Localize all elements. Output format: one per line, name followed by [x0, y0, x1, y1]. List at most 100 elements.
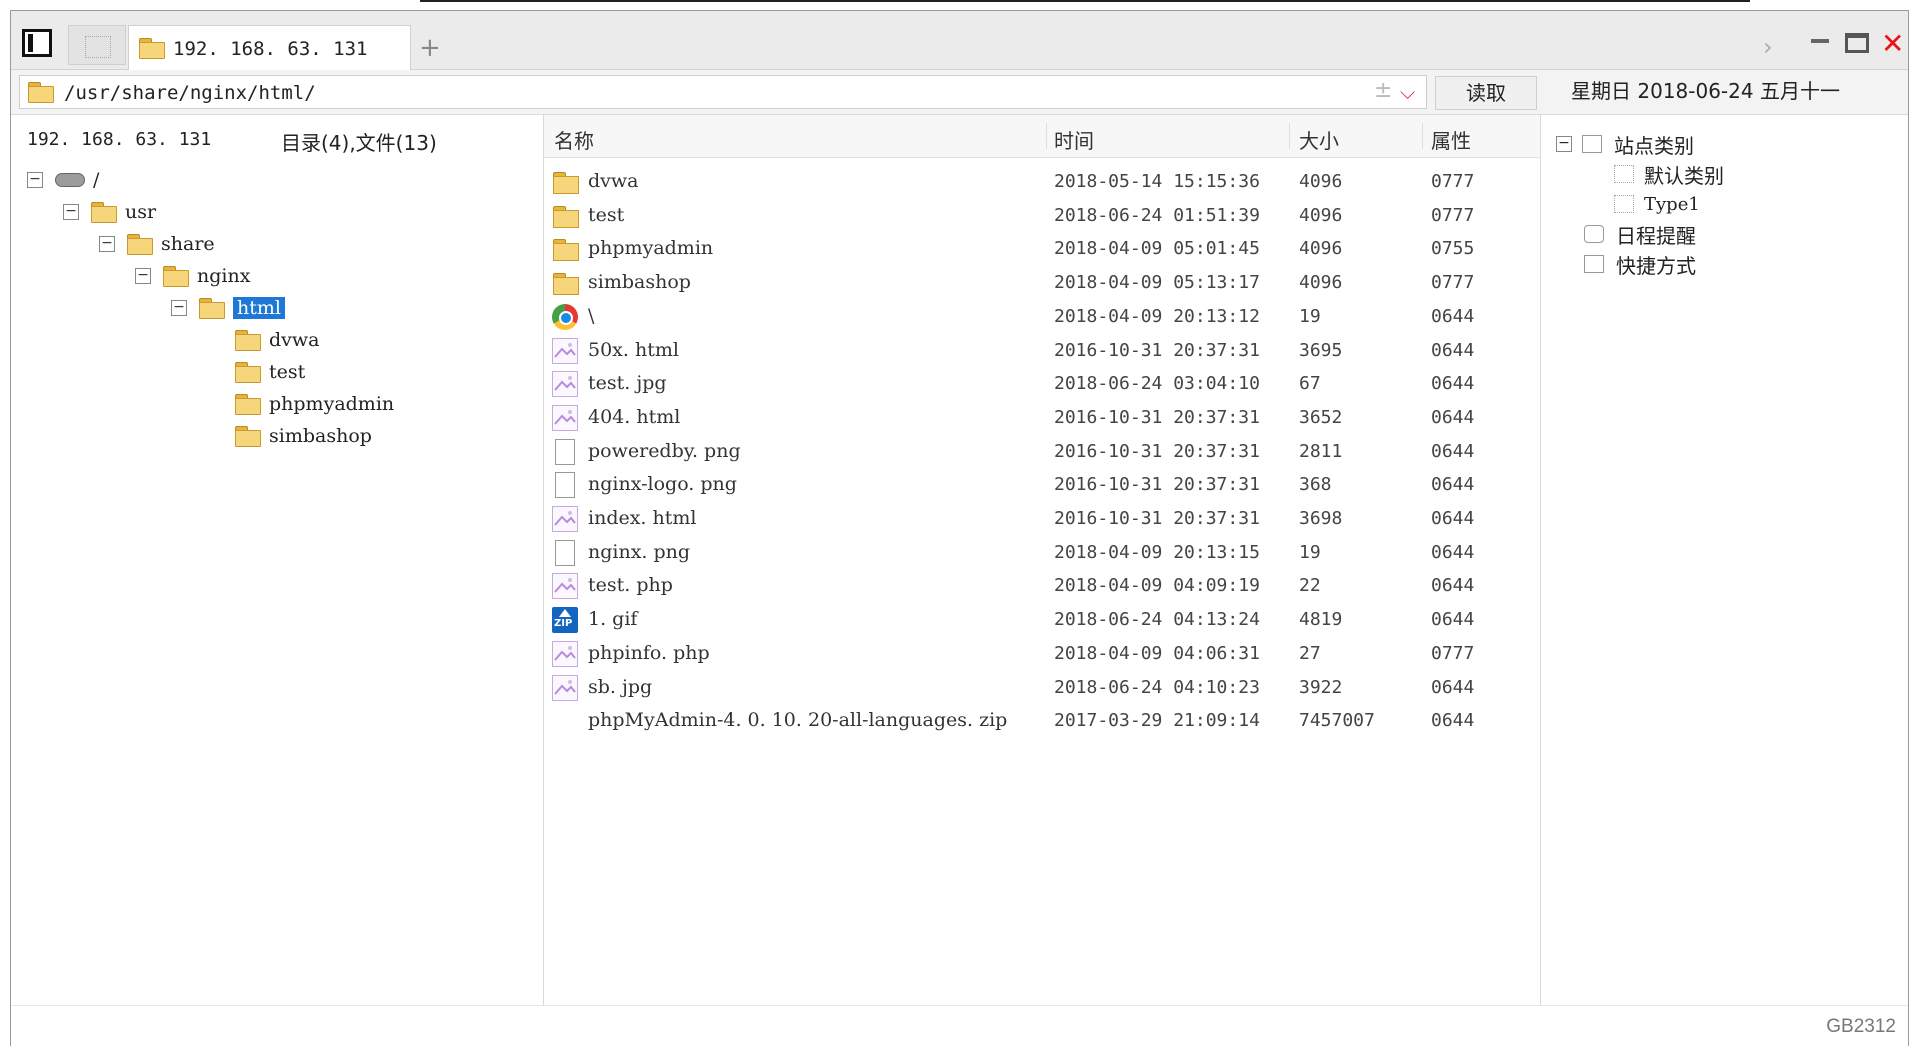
table-row[interactable]: test. php 2018-04-09 04:09:19 22 0644 — [544, 569, 1540, 603]
collapse-icon[interactable]: − — [1556, 136, 1572, 152]
encoding-indicator[interactable]: GB2312 — [1826, 1016, 1896, 1038]
table-row[interactable]: 50x. html 2016-10-31 20:37:31 3695 0644 — [544, 334, 1540, 368]
column-name[interactable]: 名称 — [554, 125, 594, 154]
collapse-icon[interactable]: − — [27, 172, 43, 188]
chevron-down-icon[interactable]: ⌵ — [1400, 80, 1415, 104]
document-icon — [555, 439, 575, 465]
tree-node-phpmyadmin[interactable]: phpmyadmin — [235, 391, 394, 417]
tree-node-label: nginx — [197, 265, 251, 287]
tree-node-share[interactable]: − share — [99, 231, 215, 257]
tree-node-label: test — [269, 361, 306, 383]
minimize-icon[interactable] — [1811, 39, 1829, 43]
table-row[interactable]: index. html 2016-10-31 20:37:31 3698 0644 — [544, 502, 1540, 536]
tree-node-html[interactable]: − html — [171, 295, 285, 321]
tree-node-label: / — [93, 169, 100, 191]
file-time: 2018-06-24 04:10:23 — [1054, 677, 1260, 698]
column-size[interactable]: 大小 — [1299, 125, 1339, 154]
site-category-default[interactable]: 默认类别 — [1614, 161, 1724, 188]
file-list-header: 名称 时间 大小 属性 — [544, 115, 1540, 158]
drive-icon — [55, 173, 85, 187]
table-row[interactable]: nginx-logo. png 2016-10-31 20:37:31 368 064… — [544, 468, 1540, 502]
sidebar-toggle-icon[interactable] — [22, 29, 52, 57]
folder-icon — [552, 169, 579, 195]
file-name: index. html — [588, 507, 697, 529]
collapse-icon[interactable]: − — [135, 268, 151, 284]
image-icon — [552, 405, 578, 431]
add-bookmark-icon[interactable]: ± — [1374, 78, 1392, 103]
file-size: 368 — [1299, 474, 1332, 495]
file-time: 2018-04-09 04:06:31 — [1054, 643, 1260, 664]
maximize-icon[interactable] — [1845, 33, 1869, 53]
tree-node-root[interactable]: − / — [27, 167, 99, 193]
file-time: 2018-06-24 03:04:10 — [1054, 373, 1260, 394]
table-row[interactable]: poweredby. png 2016-10-31 20:37:31 2811 064… — [544, 435, 1540, 469]
schedule-reminder[interactable]: 日程提醒 — [1584, 221, 1696, 248]
site-category-label: 站点类别 — [1614, 133, 1694, 158]
file-size: 3698 — [1299, 508, 1343, 529]
close-icon[interactable]: ✕ — [1881, 27, 1904, 60]
top-edge-line — [420, 0, 1750, 2]
file-name: test. php — [588, 574, 673, 596]
file-size: 2811 — [1299, 441, 1343, 462]
tree-node-nginx[interactable]: − nginx — [135, 263, 250, 289]
tree-node-usr[interactable]: − usr — [63, 199, 156, 225]
tree-node-simbashop[interactable]: simbashop — [235, 423, 372, 449]
file-time: 2017-03-29 21:09:14 — [1054, 710, 1260, 731]
file-attr: 0644 — [1431, 306, 1475, 327]
shortcuts[interactable]: 快捷方式 — [1584, 251, 1696, 278]
category-icon — [1582, 135, 1602, 153]
column-time[interactable]: 时间 — [1054, 125, 1094, 154]
column-divider[interactable] — [1046, 123, 1047, 149]
path-input[interactable]: /usr/share/nginx/html/ ± ⌵ — [19, 75, 1427, 109]
table-row[interactable]: phpmyadmin 2018-04-09 05:01:45 4096 0755 — [544, 232, 1540, 266]
table-row[interactable]: 404. html 2016-10-31 20:37:31 3652 0644 — [544, 401, 1540, 435]
blank-file-icon — [552, 708, 578, 734]
category-icon — [1614, 165, 1634, 183]
site-category-type1[interactable]: Type1 — [1614, 191, 1700, 217]
site-category-root[interactable]: − 站点类别 — [1556, 131, 1694, 158]
chevron-right-icon[interactable]: › — [1763, 33, 1773, 61]
file-time: 2018-06-24 01:51:39 — [1054, 205, 1260, 226]
table-row[interactable]: simbashop 2018-04-09 05:13:17 4096 0777 — [544, 266, 1540, 300]
image-icon — [552, 338, 578, 364]
table-row[interactable]: ZIP 1. gif 2018-06-24 04:13:24 4819 0644 — [544, 603, 1540, 637]
folder-icon — [235, 362, 261, 383]
collapse-icon[interactable]: − — [63, 204, 79, 220]
file-attr: 0644 — [1431, 710, 1475, 731]
date-display: 星期日 2018-06-24 五月十一 — [1571, 79, 1840, 103]
file-name: nginx. png — [588, 541, 691, 563]
file-attr: 0755 — [1431, 238, 1475, 259]
shortcuts-label: 快捷方式 — [1616, 253, 1696, 278]
column-divider[interactable] — [1289, 123, 1290, 149]
table-row[interactable]: phpMyAdmin-4. 0. 10. 20-all-languages. z… — [544, 704, 1540, 738]
file-name: 1. gif — [588, 608, 638, 630]
table-row[interactable]: \ 2018-04-09 20:13:12 19 0644 — [544, 300, 1540, 334]
collapse-icon[interactable]: − — [171, 300, 187, 316]
tree-node-test[interactable]: test — [235, 359, 305, 385]
column-attr[interactable]: 属性 — [1431, 125, 1471, 154]
file-manager-window: 192. 168. 63. 131 + › ✕ /usr/share/nginx… — [10, 10, 1909, 1046]
tab-placeholder[interactable] — [68, 25, 126, 65]
column-divider[interactable] — [1422, 123, 1423, 149]
file-attr: 0777 — [1431, 272, 1475, 293]
file-time: 2018-05-14 15:15:36 — [1054, 171, 1260, 192]
file-size: 4096 — [1299, 272, 1343, 293]
shortcut-icon — [1584, 255, 1604, 273]
tree-node-dvwa[interactable]: dvwa — [235, 327, 320, 353]
table-row[interactable]: sb. jpg 2018-06-24 04:10:23 3922 0644 — [544, 671, 1540, 705]
table-row[interactable]: test. jpg 2018-06-24 03:04:10 67 0644 — [544, 367, 1540, 401]
file-time: 2018-04-09 05:01:45 — [1054, 238, 1260, 259]
read-button[interactable]: 读取 — [1435, 76, 1537, 110]
table-row[interactable]: test 2018-06-24 01:51:39 4096 0777 — [544, 199, 1540, 233]
file-time: 2016-10-31 20:37:31 — [1054, 407, 1260, 428]
add-tab-icon[interactable]: + — [419, 35, 441, 61]
tab-host[interactable]: 192. 168. 63. 131 — [128, 25, 411, 70]
file-attr: 0644 — [1431, 373, 1475, 394]
table-row[interactable]: dvwa 2018-05-14 15:15:36 4096 0777 — [544, 165, 1540, 199]
tree-node-label-selected: html — [233, 297, 285, 319]
table-row[interactable]: phpinfo. php 2018-04-09 04:06:31 27 0777 — [544, 637, 1540, 671]
collapse-icon[interactable]: − — [99, 236, 115, 252]
site-category-label: Type1 — [1644, 193, 1700, 215]
file-name: dvwa — [588, 170, 639, 192]
table-row[interactable]: nginx. png 2018-04-09 20:13:15 19 0644 — [544, 536, 1540, 570]
